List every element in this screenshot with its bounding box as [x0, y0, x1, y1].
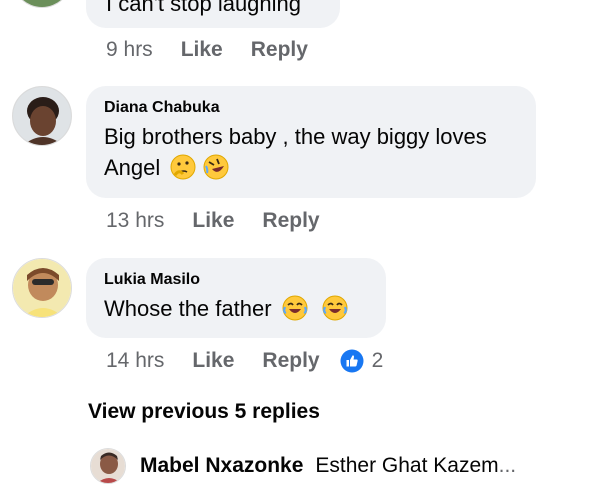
like-reaction-icon[interactable] [340, 349, 364, 373]
comment-text: Big brothers baby , the way biggy loves … [104, 121, 518, 188]
comment-bubble: I can't stop laughing [86, 0, 340, 28]
comment-text: Whose the father [104, 293, 368, 329]
comment-actions: 13 hrs Like Reply [106, 209, 320, 233]
comment-text: I can't stop laughing [106, 0, 302, 16]
tears-of-joy-face-icon [322, 295, 348, 329]
comment-bubble: Lukia Masilo Whose the father [86, 258, 386, 338]
profile-photo [13, 87, 71, 145]
comment-author[interactable]: Lukia Masilo [104, 270, 368, 290]
rolling-laughing-face-icon [203, 154, 229, 188]
reply-snippet-ellipsis: ... [498, 454, 517, 477]
reply-preview[interactable]: Mabel Nxazonke Esther Ghat Kazem... [90, 448, 516, 484]
reply-snippet: Esther Ghat Kazem... [315, 454, 516, 478]
view-previous-replies-link[interactable]: View previous 5 replies [88, 400, 320, 424]
comment-text-line: Angel [104, 155, 161, 180]
reply-snippet-text: Esther Ghat Kazem [315, 454, 499, 477]
tears-of-joy-face-icon [282, 295, 308, 329]
reply-author[interactable]: Mabel Nxazonke [140, 454, 303, 478]
reply-button[interactable]: Reply [262, 349, 319, 373]
like-button[interactable]: Like [192, 209, 234, 233]
comment-text-line: Whose the father [104, 296, 272, 321]
avatar[interactable] [12, 86, 72, 146]
avatar[interactable] [12, 0, 72, 8]
reply-button[interactable]: Reply [251, 38, 308, 62]
comment-time[interactable]: 9 hrs [106, 38, 153, 62]
profile-photo [91, 449, 125, 483]
comment-text-line: Big brothers baby , the way biggy loves [104, 124, 487, 149]
comment-time[interactable]: 13 hrs [106, 209, 164, 233]
like-button[interactable]: Like [192, 349, 234, 373]
reply-button[interactable]: Reply [262, 209, 319, 233]
like-button[interactable]: Like [181, 38, 223, 62]
avatar[interactable] [12, 258, 72, 318]
comment-bubble: Diana Chabuka Big brothers baby , the wa… [86, 86, 536, 198]
avatar[interactable] [90, 448, 126, 484]
comment-time[interactable]: 14 hrs [106, 349, 164, 373]
comment-author[interactable]: Diana Chabuka [104, 98, 518, 118]
comment-actions: 9 hrs Like Reply [106, 38, 308, 62]
thinking-face-icon [170, 154, 196, 188]
reaction-count[interactable]: 2 [372, 349, 384, 373]
profile-photo [13, 259, 71, 317]
comment-actions: 14 hrs Like Reply 2 [106, 349, 383, 373]
